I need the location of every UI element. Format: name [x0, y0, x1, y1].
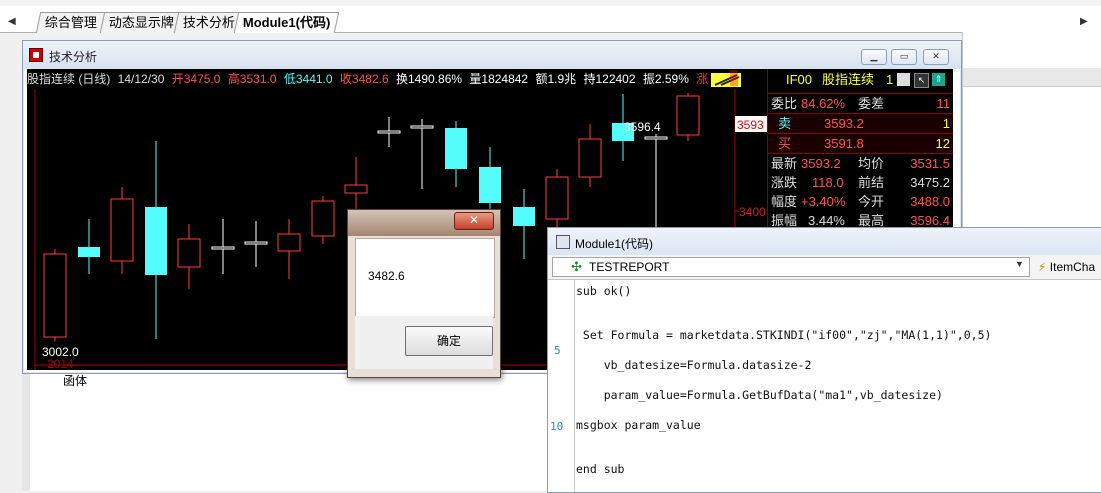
- tab-scroll-right-icon[interactable]: ▶: [1080, 16, 1088, 27]
- close-button[interactable]: ✕: [923, 49, 949, 65]
- quote-pct: +3.40%: [801, 194, 846, 209]
- module-window-icon: [556, 235, 570, 249]
- maximize-button[interactable]: ▭: [891, 49, 917, 65]
- ratio-label: 委比: [771, 96, 798, 111]
- candlestick: [110, 187, 134, 274]
- tab-zonghe[interactable]: 综合管理: [35, 12, 107, 33]
- ta-window-title: 技术分析: [49, 50, 98, 64]
- sell-price: 3593.2: [824, 116, 864, 131]
- lightning-icon: ⚡: [1038, 260, 1047, 274]
- module-toolbar: ✣ TESTREPORT ▼ ⚡ ItemCha: [548, 255, 1101, 280]
- tab-bar: ◀ 综合管理 动态显示牌 技术分析 Module1(代码) ▶: [0, 6, 1101, 33]
- candlestick: [578, 124, 602, 187]
- left-panel-text: 函体: [63, 374, 88, 388]
- diff-value: 11: [936, 96, 951, 111]
- middle-background-panel: [140, 372, 548, 491]
- quote-name: 股指连续: [822, 72, 875, 87]
- item-selector[interactable]: ⚡ ItemCha: [1038, 260, 1095, 274]
- bar-chart-icon[interactable]: [897, 73, 910, 86]
- quote-prevsettle: 3475.2: [910, 175, 950, 190]
- procedure-combobox[interactable]: ✣ TESTREPORT ▼: [552, 257, 1030, 277]
- code-line-4: param_value=Formula.GetBufData("ma1",vb_…: [576, 388, 943, 402]
- quote-symbol: IF00: [786, 72, 813, 87]
- report-icon: ✣: [571, 259, 582, 274]
- candlestick: [78, 219, 100, 274]
- module-code-window: Module1(代码) ✣ TESTREPORT ▼ ⚡ ItemCha 5 1…: [547, 227, 1101, 493]
- sell-qty: 1: [942, 116, 950, 131]
- message-box: ✕ 3482.6 确定: [347, 209, 501, 378]
- candlestick: [445, 121, 467, 187]
- left-background-panel: 函体: [22, 372, 141, 491]
- quote-label-prevsettle: 前结: [858, 175, 885, 190]
- code-editor[interactable]: sub ok() Set Formula = marketdata.STKIND…: [548, 280, 1101, 492]
- message-box-footer: 确定: [355, 316, 493, 369]
- diff-label: 委差: [858, 96, 885, 111]
- combo-value: TESTREPORT: [589, 260, 670, 274]
- expand-icon[interactable]: ⇑: [932, 73, 945, 86]
- ok-button[interactable]: 确定: [405, 326, 493, 356]
- code-line-2: Set Formula = marketdata.STKINDI("if00",…: [576, 328, 992, 342]
- tab-module1[interactable]: Module1(代码): [233, 12, 340, 33]
- buy-qty: 12: [935, 136, 950, 151]
- quote-label-open: 今开: [858, 194, 885, 209]
- quote-label-latest: 最新: [771, 156, 798, 171]
- quote-label-change: 涨跌: [771, 175, 798, 190]
- candlestick: [145, 141, 167, 339]
- candlestick: [177, 224, 201, 289]
- item-selector-label: ItemCha: [1049, 260, 1096, 274]
- app-icon: [29, 48, 43, 62]
- quote-num: 1: [886, 72, 894, 87]
- current-price-tag: 3593: [737, 118, 764, 132]
- code-line-5: msgbox param_value: [576, 418, 701, 432]
- message-box-titlebar[interactable]: ✕: [348, 210, 500, 236]
- message-text: 3482.6: [368, 269, 405, 283]
- year-label: 2014: [47, 357, 74, 370]
- tab-dongtai[interactable]: 动态显示牌: [99, 12, 184, 33]
- code-line-1: sub ok(): [576, 284, 632, 298]
- chevron-down-icon[interactable]: ▼: [1015, 259, 1024, 269]
- buy-label: 买: [778, 136, 792, 151]
- quote-latest: 3593.2: [801, 156, 841, 171]
- quote-label-pct: 幅度: [771, 194, 798, 209]
- module-window-title: Module1(代码): [575, 237, 654, 251]
- quote-label-avg: 均价: [858, 156, 885, 171]
- sell-label: 卖: [778, 116, 792, 131]
- candlestick: [676, 93, 700, 141]
- module-titlebar[interactable]: Module1(代码): [548, 228, 1101, 255]
- candlestick: [211, 219, 235, 274]
- minimize-button[interactable]: ▁: [861, 49, 887, 65]
- buy-price: 3591.8: [824, 136, 864, 151]
- ta-titlebar[interactable]: 技术分析 ▁ ▭ ✕: [23, 41, 961, 69]
- code-line-3: vb_datesize=Formula.datasize-2: [576, 358, 812, 372]
- quote-change: 118.0: [812, 175, 844, 190]
- candlestick: [377, 117, 401, 147]
- candlestick: [244, 221, 268, 267]
- candlestick: [311, 196, 335, 244]
- quote-open: 3488.0: [910, 194, 950, 209]
- tool-icon[interactable]: ↖: [914, 73, 929, 88]
- candlestick: [277, 219, 301, 279]
- code-line-6: end sub: [576, 462, 625, 476]
- message-box-body: 3482.6: [355, 238, 495, 318]
- tab-scroll-left-icon[interactable]: ◀: [8, 16, 16, 27]
- ratio-value: 84.62%: [801, 96, 846, 111]
- candlestick: [513, 189, 535, 259]
- close-icon[interactable]: ✕: [454, 212, 494, 230]
- price-level-label: 3400: [739, 205, 766, 219]
- peak-label: 3596.4: [624, 120, 661, 134]
- candlestick: [410, 119, 434, 189]
- quote-avg: 3531.5: [910, 156, 950, 171]
- candlestick: [43, 249, 67, 341]
